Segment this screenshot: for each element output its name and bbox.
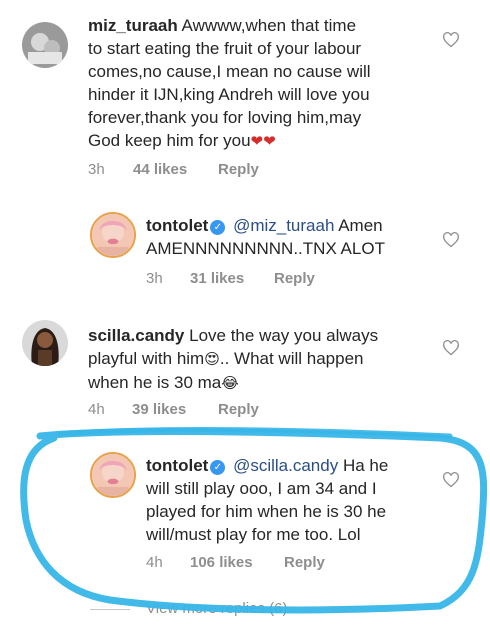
comment-text-line: Amen xyxy=(338,216,383,235)
comment-text-line: .. What will happen xyxy=(219,349,364,368)
heart-outline-icon[interactable] xyxy=(442,32,460,48)
comment-text-line: hinder it IJN,king Andreh will love you xyxy=(88,85,370,104)
likes-count[interactable]: 106 likes xyxy=(190,554,253,571)
comment-text-line: will/must play for me too. Lol xyxy=(146,525,361,544)
comment-text-line: Love the way you always xyxy=(189,326,379,345)
view-more-replies[interactable]: View more replies (6) xyxy=(90,600,390,620)
likes-count[interactable]: 39 likes xyxy=(132,401,186,418)
comment-meta: 3h 44 likes Reply xyxy=(88,161,388,181)
comment-text-line: when he is 30 ma xyxy=(88,373,222,392)
reply-button[interactable]: Reply xyxy=(284,554,325,571)
comment-text-line: to start eating the fruit of your labour xyxy=(88,39,362,58)
comment-text-line: God keep him for you xyxy=(88,131,251,150)
comment-username[interactable]: tontolet xyxy=(146,216,208,235)
comment-username[interactable]: tontolet xyxy=(146,456,208,475)
comment-time: 4h xyxy=(146,554,163,571)
heart-eyes-emoji: 😍 xyxy=(204,350,220,368)
reply-button[interactable]: Reply xyxy=(218,161,259,178)
comment-text-line: Ha he xyxy=(342,456,389,475)
heart-outline-icon[interactable] xyxy=(442,232,460,248)
comment-text-line: Awwww,when that time xyxy=(181,16,357,35)
comment-meta: 3h 31 likes Reply xyxy=(146,270,446,290)
avatar[interactable] xyxy=(22,320,68,366)
avatar[interactable] xyxy=(22,22,68,68)
tears-of-joy-emoji: 😂 xyxy=(221,374,239,392)
mention-link[interactable]: @scilla.candy xyxy=(233,456,338,475)
comment-text: tontolet ✓ @miz_turaah Amen AMENNNNNNNNN.… xyxy=(146,214,446,260)
divider xyxy=(90,609,130,610)
comment-meta: 4h 106 likes Reply xyxy=(146,554,446,574)
heart-outline-icon[interactable] xyxy=(442,340,460,356)
reply-button[interactable]: Reply xyxy=(218,401,259,418)
verified-badge-icon: ✓ xyxy=(210,220,226,235)
comment-text-line: played for him when he is 30 he xyxy=(146,502,387,521)
mention-link[interactable]: @miz_turaah xyxy=(233,216,334,235)
comment-time: 3h xyxy=(146,270,163,287)
likes-count[interactable]: 31 likes xyxy=(190,270,244,287)
comment-text-line: forever,thank you for loving him,may xyxy=(88,108,362,127)
comment-username[interactable]: miz_turaah xyxy=(88,16,178,35)
comment-time: 4h xyxy=(88,401,105,418)
comment-meta: 4h 39 likes Reply xyxy=(88,401,388,421)
avatar[interactable] xyxy=(90,212,136,258)
verified-badge-icon: ✓ xyxy=(210,460,226,475)
comment-time: 3h xyxy=(88,161,105,178)
heart-emoji: ❤❤ xyxy=(250,132,276,150)
view-more-label[interactable]: View more replies (6) xyxy=(146,600,287,617)
heart-outline-icon[interactable] xyxy=(442,472,460,488)
reply-button[interactable]: Reply xyxy=(274,270,315,287)
comment-text: tontolet ✓ @scilla.candy Ha he will still… xyxy=(146,454,446,546)
comment-text-line: AMENNNNNNNNN..TNX ALOT xyxy=(146,239,385,258)
reply-tontolet-2: tontolet ✓ @scilla.candy Ha he will still… xyxy=(0,440,490,590)
comment-text-line: playful with him xyxy=(88,349,205,368)
comment-username[interactable]: scilla.candy xyxy=(88,326,184,345)
comment-text-line: comes,no cause,I mean no cause will xyxy=(88,62,371,81)
comment-text: scilla.candy Love the way you always pla… xyxy=(88,324,428,395)
comment-text-line: will still play ooo, I am 34 and I xyxy=(146,479,377,498)
reply-tontolet-1: tontolet ✓ @miz_turaah Amen AMENNNNNNNNN.… xyxy=(0,200,490,300)
comment-scilla-candy: scilla.candy Love the way you always pla… xyxy=(0,310,490,420)
comment-miz-turaah: miz_turaah Awwww,when that time to start… xyxy=(0,0,490,190)
likes-count[interactable]: 44 likes xyxy=(133,161,187,178)
avatar[interactable] xyxy=(90,452,136,498)
comment-text: miz_turaah Awwww,when that time to start… xyxy=(88,14,428,153)
